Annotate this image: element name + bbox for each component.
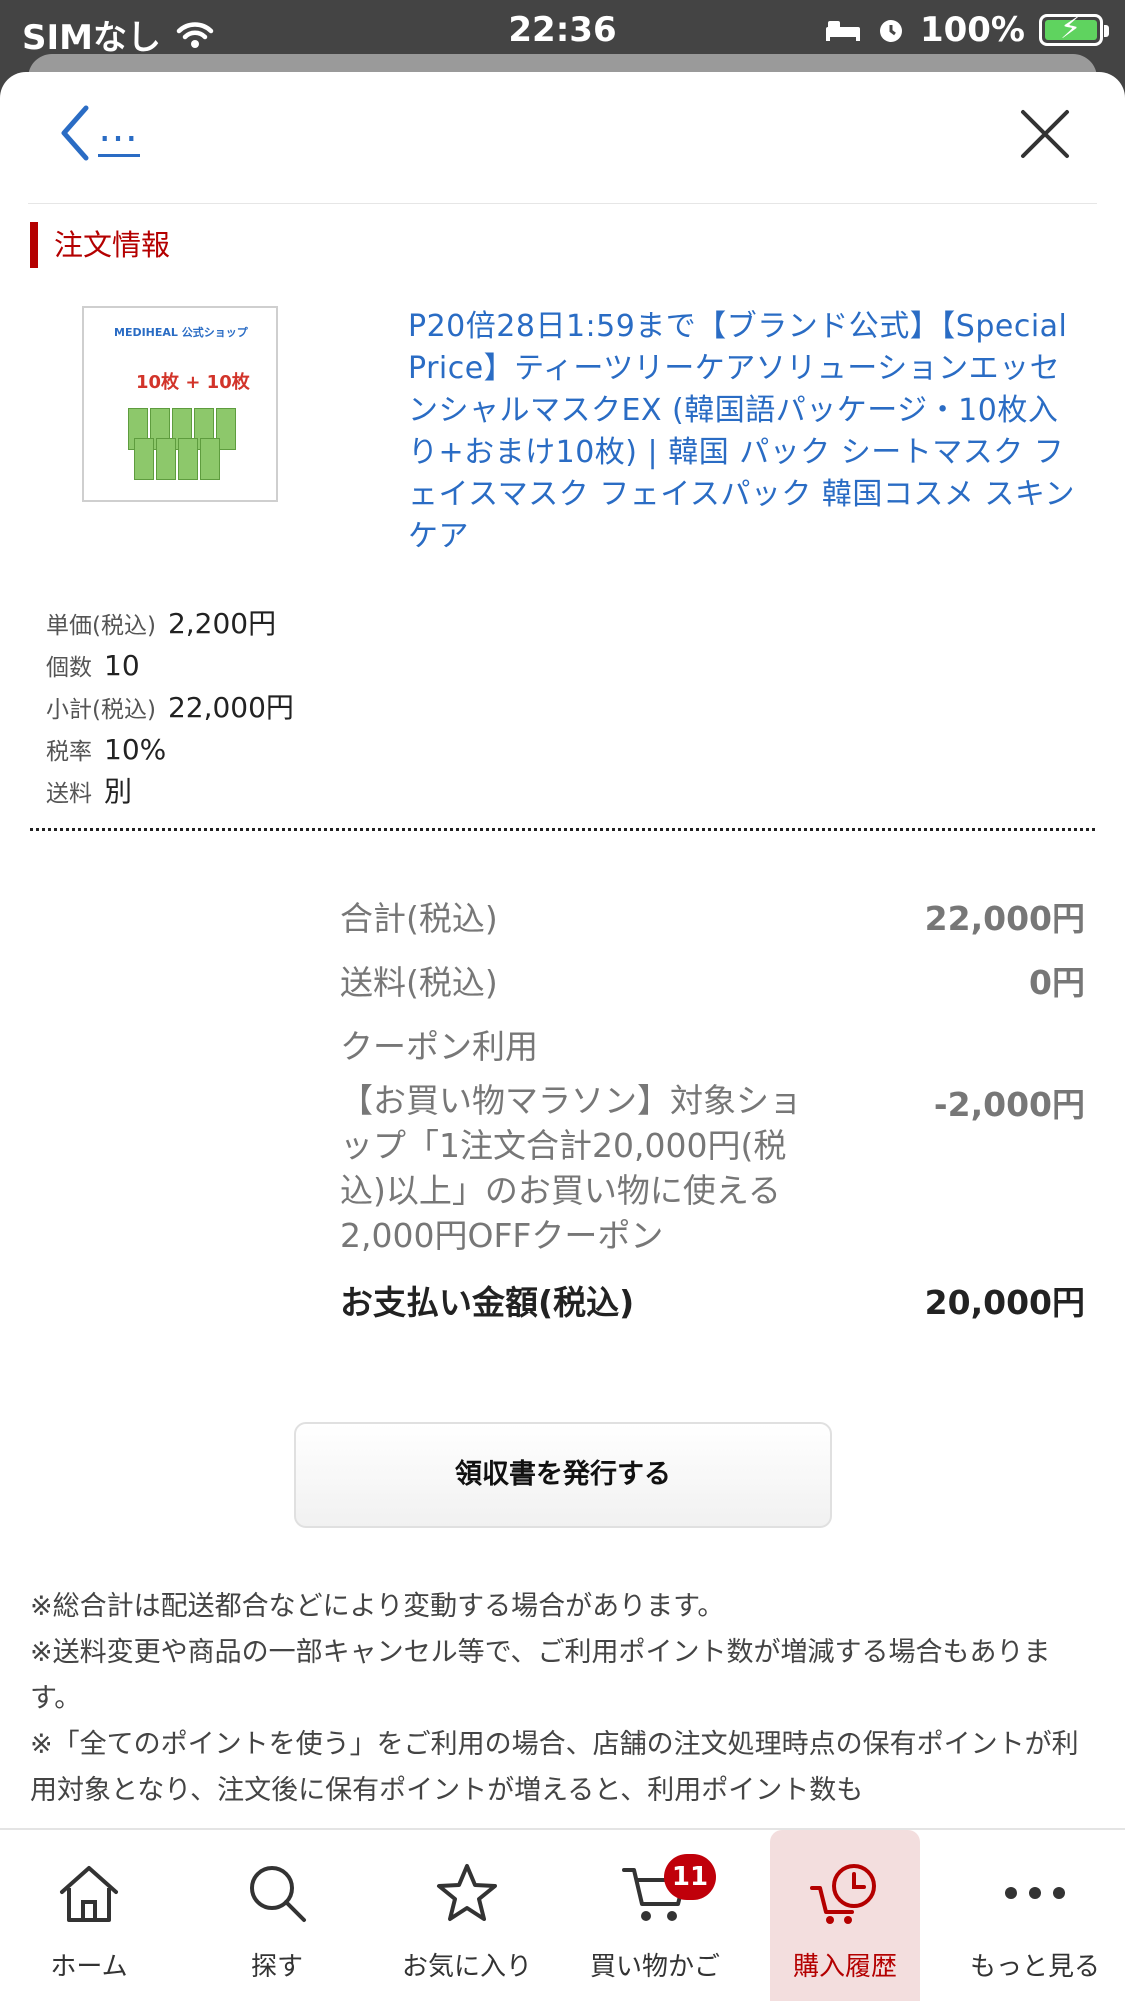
detail-value: 10% xyxy=(104,733,167,766)
detail-key: 送料 xyxy=(46,781,92,807)
item-details: 単価(税込) 2,200円 個数 10 小計(税込) 22,000円 税率 10… xyxy=(46,604,294,814)
note-item: ※総合計は配送都合などにより変動する場合があります。 xyxy=(30,1591,725,1622)
order-sheet: … 注文情報 MEDIHEAL 公式ショップ 10枚 + 10枚 P20倍28日… xyxy=(0,72,1125,2001)
battery-percent: 100% xyxy=(919,10,1025,50)
detail-key: 個数 xyxy=(46,655,92,681)
note-item: ※送料変更や商品の一部キャンセル等で、ご利用ポイント数が増減する場合もあります。 xyxy=(30,1637,1051,1714)
cart-badge: 11 xyxy=(664,1854,716,1900)
detail-value: 22,000円 xyxy=(167,691,294,724)
detail-key: 税率 xyxy=(46,739,92,765)
mask-pack-image xyxy=(124,404,240,484)
note-item: ※「全てのポイントを使う」をご利用の場合、店舗の注文処理時点の保有ポイントが利用… xyxy=(30,1729,1079,1806)
product-thumbnail[interactable]: MEDIHEAL 公式ショップ 10枚 + 10枚 xyxy=(82,306,278,502)
tab-label: ホーム xyxy=(50,1952,128,1982)
back-label: … xyxy=(98,108,140,157)
detail-key: 単価(税込) xyxy=(46,613,156,639)
detail-row: 単価(税込) 2,200円 xyxy=(46,604,294,646)
payment-value: 20,000円 xyxy=(924,1283,1085,1322)
star-icon xyxy=(437,1864,497,1921)
tab-home[interactable]: ホーム xyxy=(14,1830,164,2001)
battery-icon: ⚡ xyxy=(1039,11,1109,46)
chevron-left-icon xyxy=(61,105,89,161)
shipping-label: 送料(税込) xyxy=(340,963,498,1002)
section-title: 注文情報 xyxy=(30,222,170,268)
shipping-value: 0円 xyxy=(1029,963,1085,1002)
coupon-name: 【お買い物マラソン】対象ショップ「1注文合計20,000円(税込)以上」のお買い… xyxy=(340,1081,802,1255)
coupon-row: 【お買い物マラソン】対象ショップ「1注文合計20,000円(税込)以上」のお買い… xyxy=(340,1078,1085,1276)
back-button[interactable]: … xyxy=(56,102,156,172)
issue-receipt-button[interactable]: 領収書を発行する xyxy=(294,1422,832,1528)
shipping-row: 送料(税込) 0円 xyxy=(340,956,1085,1020)
tab-cart[interactable]: 11 買い物かご xyxy=(580,1830,730,2001)
coupon-label: クーポン利用 xyxy=(340,1027,538,1066)
thumbnail-brand: MEDIHEAL 公式ショップ xyxy=(114,326,248,339)
top-nav: … xyxy=(0,72,1125,204)
dotted-divider xyxy=(30,828,1095,831)
order-totals: 合計(税込) 22,000円 送料(税込) 0円 クーポン利用 【お買い物マラソ… xyxy=(340,892,1085,1340)
coupon-heading-row: クーポン利用 xyxy=(340,1020,1085,1078)
purchase-history-icon xyxy=(810,1864,876,1924)
detail-row: 税率 10% xyxy=(46,730,294,772)
tab-label: 探す xyxy=(250,1952,303,1982)
bed-icon xyxy=(825,21,860,41)
payment-row: お支払い金額(税込) 20,000円 xyxy=(340,1276,1085,1340)
tab-label: もっと見る xyxy=(969,1952,1100,1982)
alarm-icon xyxy=(879,20,902,42)
tab-purchase-history[interactable]: 購入履歴 xyxy=(770,1830,920,2001)
thumbnail-promo: 10枚 + 10枚 xyxy=(136,372,250,393)
detail-row: 送料 別 xyxy=(46,772,294,814)
subtotal-value: 22,000円 xyxy=(924,899,1085,938)
tab-more[interactable]: もっと見る xyxy=(960,1830,1110,2001)
subtotal-row: 合計(税込) 22,000円 xyxy=(340,892,1085,956)
coupon-value: -2,000円 xyxy=(933,1085,1085,1124)
subtotal-label: 合計(税込) xyxy=(340,899,498,938)
tab-favorites[interactable]: お気に入り xyxy=(392,1830,542,2001)
tab-label: 購入履歴 xyxy=(792,1952,897,1982)
detail-value: 別 xyxy=(104,775,133,808)
status-right: 100% ⚡ xyxy=(824,10,1109,50)
detail-row: 個数 10 xyxy=(46,646,294,688)
home-icon xyxy=(60,1866,118,1922)
tab-label: 買い物かご xyxy=(589,1952,720,1982)
detail-value: 10 xyxy=(104,649,140,682)
notes: ※総合計は配送都合などにより変動する場合があります。 ※送料変更や商品の一部キャ… xyxy=(30,1584,1100,1814)
nav-divider xyxy=(28,203,1097,204)
tab-label: お気に入り xyxy=(401,1952,532,1982)
payment-label: お支払い金額(税込) xyxy=(340,1283,635,1322)
detail-key: 小計(税込) xyxy=(46,697,156,723)
product-title-link[interactable]: P20倍28日1:59まで【ブランド公式】【Special Price】ティーツ… xyxy=(408,306,1088,558)
detail-value: 2,200円 xyxy=(167,607,277,640)
more-icon xyxy=(1005,1887,1065,1899)
status-bar: SIMなし 22:36 100% ⚡ xyxy=(0,0,1125,62)
search-icon xyxy=(250,1866,306,1922)
close-icon[interactable] xyxy=(1017,106,1073,162)
bottom-tab-bar: ホーム 探す お気に入り 11 買い物かご 購入履歴 もっと見る xyxy=(0,1828,1125,2001)
tab-search[interactable]: 探す xyxy=(202,1830,352,2001)
detail-row: 小計(税込) 22,000円 xyxy=(46,688,294,730)
